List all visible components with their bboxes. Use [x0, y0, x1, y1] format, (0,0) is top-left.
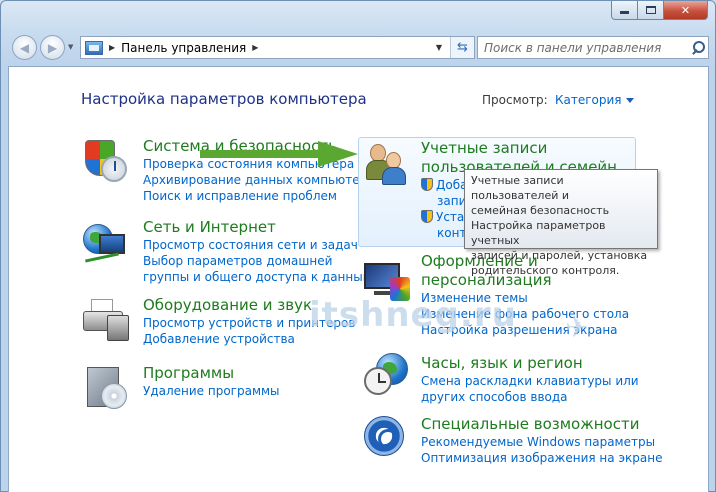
watermark-bird-icon: ✈ — [565, 311, 589, 344]
address-bar[interactable]: ▶ Панель управления ▶ ▼ ⇆ — [80, 36, 475, 59]
chevron-down-icon — [625, 98, 634, 103]
search-input[interactable] — [478, 40, 688, 55]
link[interactable]: Поиск и исправление проблем — [143, 188, 375, 204]
link[interactable]: Архивирование данных компьютера — [143, 172, 375, 188]
window-frame: ✕ ◀ ▶ ▼ ▶ Панель управления ▶ ▼ ⇆ Настро… — [0, 0, 716, 492]
link[interactable]: Добавление устройства — [143, 331, 355, 347]
arrow-right-icon: ▶ — [47, 40, 58, 55]
forward-button[interactable]: ▶ — [40, 35, 65, 60]
security-shield-icon[interactable] — [81, 140, 131, 190]
view-by-dropdown[interactable]: Категория — [555, 93, 634, 107]
tooltip-line: семейная безопасность — [471, 204, 610, 217]
control-panel-icon — [85, 40, 103, 55]
printer-icon[interactable] — [81, 295, 131, 345]
maximize-button[interactable] — [638, 1, 664, 20]
tooltip-line: записей и паролей, установка — [471, 249, 648, 262]
page-title: Настройка параметров компьютера — [81, 90, 367, 108]
link[interactable]: Рекомендуемые Windows параметры — [421, 434, 662, 450]
uac-shield-icon — [421, 210, 433, 223]
close-button[interactable]: ✕ — [664, 1, 708, 20]
refresh-icon[interactable]: ⇆ — [450, 37, 474, 58]
link[interactable]: Удаление программы — [143, 383, 280, 399]
clock-globe-icon[interactable] — [362, 353, 412, 403]
category-title[interactable]: Специальные возможности — [421, 415, 662, 434]
address-dropdown-icon[interactable]: ▼ — [430, 37, 448, 58]
tooltip-line: Настройка параметров учетных — [471, 219, 606, 247]
category-clock-language-region: Часы, язык и регион Смена раскладки клав… — [421, 354, 639, 405]
category-title-line1[interactable]: Учетные записи — [421, 139, 617, 158]
link[interactable]: группы и общего доступа к данным — [143, 269, 372, 285]
ease-of-access-icon[interactable] — [362, 414, 412, 464]
recent-pages-dropdown[interactable]: ▼ — [68, 43, 73, 51]
tooltip: Учетные записи пользователей и семейная … — [464, 169, 658, 277]
link[interactable]: Оптимизация изображения на экране — [421, 450, 662, 466]
category-title[interactable]: Программы — [143, 364, 280, 383]
link-text: Доба — [436, 178, 468, 192]
search-box — [477, 36, 709, 59]
link[interactable]: Настройка разрешения экрана — [421, 322, 629, 338]
category-hardware-sound: Оборудование и звук Просмотр устройств и… — [143, 296, 355, 347]
maximize-icon — [645, 6, 656, 14]
uac-shield-icon — [421, 178, 433, 191]
content-panel: Настройка параметров компьютера Просмотр… — [8, 66, 709, 492]
minimize-icon — [620, 11, 629, 14]
link[interactable]: Просмотр устройств и принтеров — [143, 315, 355, 331]
users-icon[interactable] — [364, 142, 414, 192]
programs-box-icon[interactable] — [83, 363, 133, 413]
minimize-button[interactable] — [611, 1, 638, 20]
category-title[interactable]: Сеть и Интернет — [143, 218, 372, 237]
breadcrumb-control-panel[interactable]: Панель управления — [121, 41, 246, 55]
link[interactable]: Изменение темы — [421, 290, 629, 306]
breadcrumb-chevron-icon[interactable]: ▶ — [109, 43, 115, 52]
tooltip-line: Учетные записи пользователей и — [471, 174, 570, 202]
back-button[interactable]: ◀ — [12, 35, 37, 60]
close-icon: ✕ — [680, 3, 691, 17]
appearance-monitor-icon[interactable] — [362, 259, 412, 309]
category-title[interactable]: Оборудование и звук — [143, 296, 355, 315]
link-text: Уста — [436, 210, 465, 224]
view-by-label: Просмотр: — [482, 93, 548, 107]
annotation-arrow-icon — [200, 141, 358, 167]
view-by-value: Категория — [555, 93, 622, 107]
tooltip-line: родительского контроля. — [471, 264, 620, 277]
category-ease-of-access: Специальные возможности Рекомендуемые Wi… — [421, 415, 662, 466]
link[interactable]: Изменение фона рабочего стола — [421, 306, 629, 322]
link[interactable]: Смена раскладки клавиатуры или — [421, 373, 639, 389]
category-programs: Программы Удаление программы — [143, 364, 280, 399]
category-network-internet: Сеть и Интернет Просмотр состояния сети … — [143, 218, 372, 285]
link[interactable]: других способов ввода — [421, 389, 639, 405]
network-globe-icon[interactable] — [81, 222, 131, 272]
navigation-bar: ◀ ▶ ▼ ▶ Панель управления ▶ ▼ ⇆ — [9, 33, 709, 61]
window-caption-buttons: ✕ — [611, 1, 708, 20]
link[interactable]: Просмотр состояния сети и задач — [143, 237, 372, 253]
search-icon[interactable] — [688, 38, 708, 58]
link[interactable]: Выбор параметров домашней — [143, 253, 372, 269]
category-title[interactable]: Часы, язык и регион — [421, 354, 639, 373]
breadcrumb-chevron-icon[interactable]: ▶ — [252, 43, 258, 52]
arrow-left-icon: ◀ — [19, 40, 30, 55]
